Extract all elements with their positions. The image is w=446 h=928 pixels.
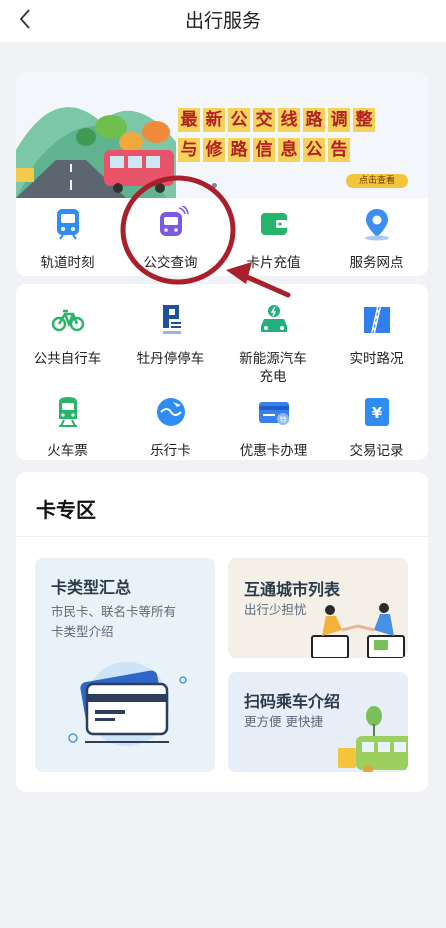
service-public-bike[interactable]: 公共自行车 [16, 302, 119, 386]
headline-char: 息 [278, 138, 300, 162]
service-label: 乐行卡 [150, 443, 191, 459]
tile-desc: 出行少担忧 [244, 602, 307, 617]
services-row-1: 公共自行车 牡丹停停车 新能源汽车充电 实时路况 [16, 302, 428, 386]
quick-service-label: 公交查询 [143, 255, 198, 271]
handshake-illustration [311, 603, 405, 658]
headline-char: 路 [228, 138, 250, 162]
carousel-dot-active [212, 183, 217, 188]
train-icon [58, 397, 77, 427]
top-nav-bar: 出行服务 [0, 0, 446, 42]
parking-icon [162, 305, 181, 334]
tile-title: 扫码乘车介绍 [244, 692, 341, 711]
cards-illustration [68, 662, 187, 746]
services-row-2: 火车票 乐行卡 特 优惠卡办理 ¥ 交易记录 [16, 394, 428, 460]
headline-char: 告 [328, 138, 350, 162]
service-lexing-card[interactable]: 乐行卡 [119, 394, 222, 460]
headline-char: 修 [203, 138, 225, 162]
headline-char: 与 [178, 138, 200, 162]
metro-train-icon [56, 209, 79, 240]
service-label: 火车票 [47, 443, 88, 459]
headline-char: 公 [303, 138, 325, 162]
service-ev-charging[interactable]: 新能源汽车充电 [222, 302, 325, 386]
headline-char: 交 [253, 108, 275, 132]
tile-desc: 市民卡、联名卡等所有 [51, 604, 177, 619]
yuan-record-icon: ¥ [364, 398, 389, 426]
svg-text:特: 特 [279, 415, 286, 424]
headline-char: 公 [228, 108, 250, 132]
wallet-icon [260, 213, 287, 235]
card-zone-title: 卡专区 [36, 498, 96, 522]
service-label: 交易记录 [349, 443, 404, 459]
headline-char: 路 [303, 108, 325, 132]
bus-scene-illustration [338, 706, 408, 772]
card-types-tile[interactable]: 卡类型汇总 市民卡、联名卡等所有 卡类型介绍 [35, 558, 215, 772]
tile-title: 卡类型汇总 [51, 578, 132, 597]
service-label: 优惠卡办理 [239, 443, 308, 459]
quick-service-bus[interactable]: 公交查询 [119, 204, 222, 272]
banner-card: 最 新 公 交 线 路 调 整 与 修 路 信 息 公 告 点击查看 轨道时刻 … [16, 72, 428, 276]
headline-char: 调 [328, 108, 350, 132]
tile-desc: 卡类型介绍 [51, 624, 114, 639]
service-parking[interactable]: 牡丹停停车 [119, 302, 222, 386]
headline-char: 新 [203, 108, 225, 132]
tile-desc: 更方便 更快捷 [244, 714, 323, 729]
discount-card-icon: 特 [258, 402, 289, 425]
headline-char: 整 [353, 108, 375, 132]
headline-char: 信 [253, 138, 275, 162]
ev-car-icon [260, 305, 287, 332]
quick-service-topup[interactable]: 卡片充值 [222, 206, 325, 272]
quick-services: 轨道时刻 公交查询 卡片充值 服务网点 [16, 204, 428, 272]
headline-char: 线 [278, 108, 300, 132]
scan-ride-tile[interactable]: 扫码乘车介绍 更方便 更快捷 [228, 672, 408, 772]
service-train-ticket[interactable]: 火车票 [16, 394, 119, 460]
quick-service-label: 卡片充值 [246, 255, 301, 271]
bicycle-icon [51, 309, 84, 332]
quick-service-label: 服务网点 [349, 255, 404, 271]
quick-service-outlets[interactable]: 服务网点 [325, 206, 428, 272]
banner-view-button[interactable]: 点击查看 [346, 174, 408, 188]
bus-icon [159, 204, 189, 236]
road-map-icon [363, 306, 390, 334]
carousel-dots [212, 183, 217, 188]
service-discount-card[interactable]: 特 优惠卡办理 [222, 394, 325, 460]
services-card: 公共自行车 牡丹停停车 新能源汽车充电 实时路况 火车票 乐行卡 特 优惠卡办理… [16, 284, 428, 460]
interop-cities-tile[interactable]: 互通城市列表 出行少担忧 [228, 558, 408, 658]
headline-char: 最 [178, 108, 200, 132]
card-zone: 卡专区 卡类型汇总 市民卡、联名卡等所有 卡类型介绍 互通城市列表 出行少担忧 [16, 472, 428, 792]
service-label: 公共自行车 [33, 351, 102, 367]
divider [16, 536, 428, 537]
page-title: 出行服务 [184, 10, 261, 32]
quick-service-label: 轨道时刻 [40, 255, 95, 271]
announcement-banner[interactable]: 最 新 公 交 线 路 调 整 与 修 路 信 息 公 告 点击查看 [16, 72, 428, 198]
globe-plane-icon [156, 398, 185, 426]
service-label: 新能源汽车充电 [239, 351, 307, 385]
service-label: 实时路况 [349, 351, 404, 367]
location-pin-icon [364, 209, 389, 241]
svg-text:¥: ¥ [371, 404, 382, 422]
service-label: 牡丹停停车 [136, 351, 205, 367]
service-traffic[interactable]: 实时路况 [325, 302, 428, 386]
service-transactions[interactable]: ¥ 交易记录 [325, 394, 428, 460]
quick-service-metro[interactable]: 轨道时刻 [16, 206, 119, 272]
